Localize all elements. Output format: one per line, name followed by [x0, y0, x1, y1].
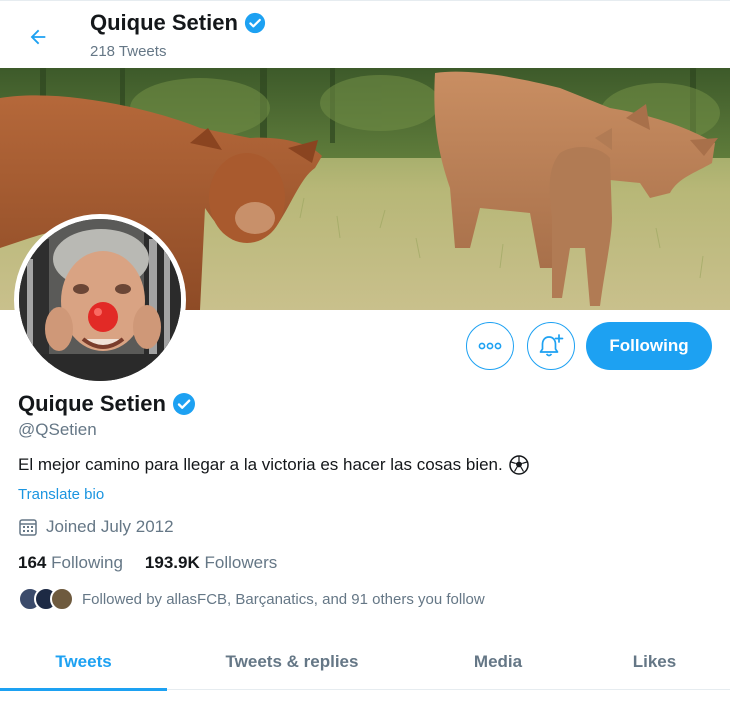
following-count: 164	[18, 553, 47, 572]
profile-avatar[interactable]	[14, 214, 186, 386]
more-options-button[interactable]	[466, 322, 514, 370]
profile-tabs: Tweets Tweets & replies Media Likes	[0, 634, 730, 691]
soccer-ball-icon	[508, 455, 529, 475]
tab-likes[interactable]: Likes	[579, 634, 730, 690]
follow-stats: 164 Following 193.9K Followers	[18, 553, 277, 573]
following-label: Following	[51, 553, 123, 572]
tab-media[interactable]: Media	[417, 634, 579, 690]
profile-header: Quique Setien 218 Tweets	[0, 0, 730, 68]
avatar	[50, 587, 74, 611]
profile-bio: El mejor camino para llegar a la victori…	[18, 455, 529, 475]
profile-handle: @QSetien	[18, 420, 97, 439]
followers-count: 193.9K	[144, 553, 200, 572]
back-button[interactable]	[20, 19, 56, 55]
following-button[interactable]: Following	[586, 322, 712, 370]
followers-you-know-avatars	[18, 587, 74, 611]
verified-badge-icon	[244, 12, 266, 34]
profile-name-row: Quique Setien	[18, 391, 196, 417]
arrow-left-icon	[30, 29, 46, 45]
tab-tweets[interactable]: Tweets	[0, 634, 167, 691]
following-stat[interactable]: 164 Following	[18, 553, 123, 573]
profile-name: Quique Setien	[18, 391, 166, 416]
followers-stat[interactable]: 193.9K Followers	[145, 553, 277, 573]
verified-badge-icon	[172, 393, 195, 415]
notifications-button[interactable]	[527, 322, 575, 370]
bell-plus-icon	[539, 334, 564, 357]
joined-date: Joined July 2012	[18, 517, 174, 537]
followed-by-row[interactable]: Followed by allasFCB, Barçanatics, and 9…	[18, 587, 485, 611]
tweet-count: 218 Tweets	[90, 43, 167, 60]
header-title: Quique Setien	[90, 10, 238, 35]
followed-by-text: Followed by allasFCB, Barçanatics, and 9…	[82, 590, 485, 608]
tab-tweets-and-replies[interactable]: Tweets & replies	[167, 634, 417, 690]
translate-bio-link[interactable]: Translate bio	[18, 486, 104, 503]
joined-text: Joined July 2012	[46, 517, 174, 536]
followers-label: Followers	[204, 553, 278, 572]
header-title-row: Quique Setien	[90, 10, 266, 36]
bio-text: El mejor camino para llegar a la victori…	[18, 455, 503, 474]
calendar-icon	[19, 519, 37, 536]
more-dots-icon	[478, 342, 502, 350]
